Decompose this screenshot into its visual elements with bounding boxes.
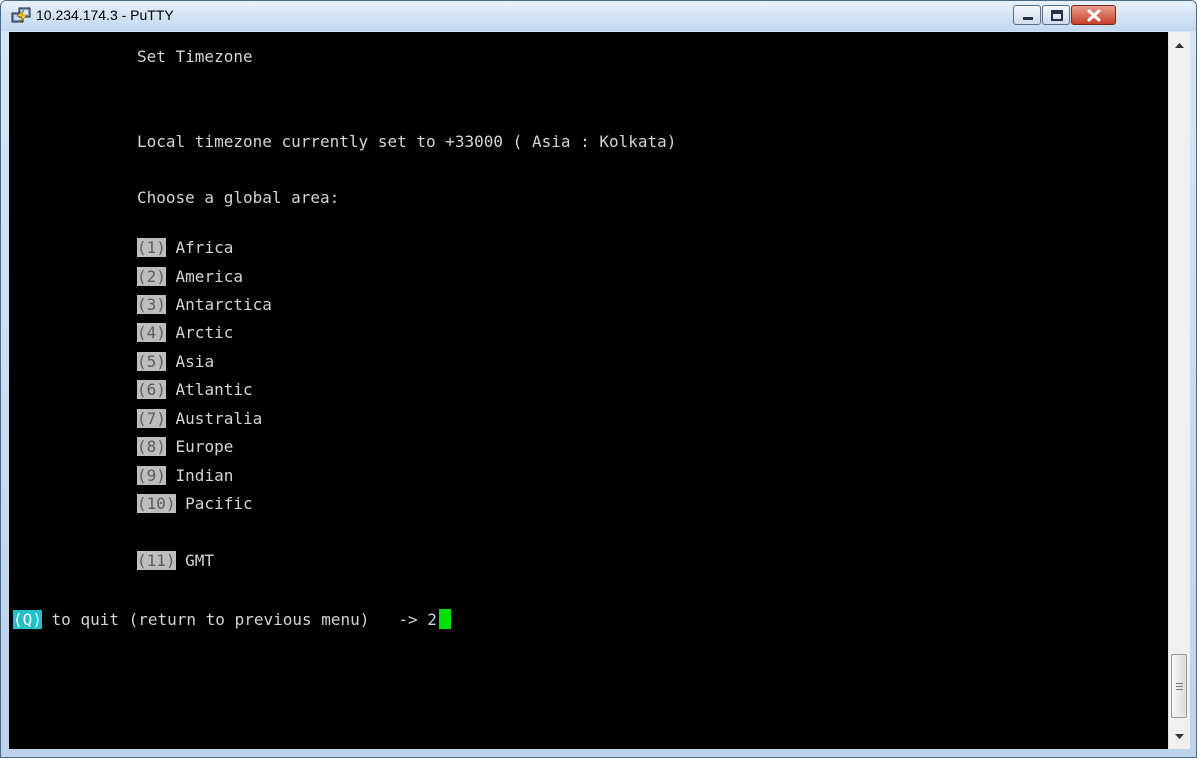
- menu-key: (6): [137, 380, 166, 399]
- menu-key: (11): [137, 551, 176, 570]
- maximize-icon: [1051, 10, 1063, 21]
- timezone-status: Local timezone currently set to +33000 (…: [137, 132, 677, 151]
- terminal-screen[interactable]: Set Timezone Local timezone currently se…: [9, 32, 1168, 749]
- minimize-icon: [1023, 17, 1033, 20]
- menu-label: Asia: [165, 352, 215, 371]
- menu-item-indian[interactable]: (9) Indian: [137, 465, 233, 487]
- menu-key: (7): [137, 409, 166, 428]
- menu-item-gmt[interactable]: (11) GMT: [137, 550, 214, 572]
- menu-item-america[interactable]: (2) America: [137, 266, 243, 288]
- window-title: 10.234.174.3 - PuTTY: [36, 7, 174, 23]
- title-bar[interactable]: 10.234.174.3 - PuTTY: [1, 1, 1196, 31]
- menu-item-arctic[interactable]: (4) Arctic: [137, 322, 233, 344]
- putty-window: 10.234.174.3 - PuTTY Set Timezone Local …: [0, 0, 1197, 758]
- menu-label: Australia: [165, 409, 263, 428]
- menu-label: Arctic: [165, 323, 234, 342]
- menu-key: (4): [137, 323, 166, 342]
- scroll-down-arrow-icon[interactable]: [1169, 726, 1190, 746]
- menu-label: Atlantic: [165, 380, 253, 399]
- menu-key: (8): [137, 437, 166, 456]
- menu-label: Pacific: [175, 494, 253, 513]
- menu-label: Africa: [165, 238, 234, 257]
- menu-key: (9): [137, 466, 166, 485]
- menu-item-pacific[interactable]: (10) Pacific: [137, 493, 253, 515]
- quit-prompt-line[interactable]: (Q) to quit (return to previous menu) ->…: [13, 609, 451, 631]
- input-value: 2: [427, 610, 437, 629]
- menu-label: Indian: [165, 466, 234, 485]
- menu-item-asia[interactable]: (5) Asia: [137, 351, 214, 373]
- grip-icon: [1176, 683, 1183, 692]
- text-cursor: [438, 609, 451, 629]
- quit-text: to quit (return to previous menu) ->: [41, 610, 428, 629]
- menu-label: Europe: [165, 437, 234, 456]
- close-button[interactable]: [1071, 5, 1116, 25]
- menu-label: GMT: [175, 551, 215, 570]
- menu-item-europe[interactable]: (8) Europe: [137, 436, 233, 458]
- area-prompt: Choose a global area:: [137, 188, 340, 207]
- menu-key: (5): [137, 352, 166, 371]
- putty-icon[interactable]: [11, 7, 31, 25]
- vertical-scrollbar[interactable]: [1168, 32, 1190, 749]
- menu-item-atlantic[interactable]: (6) Atlantic: [137, 379, 253, 401]
- menu-key: (1): [137, 238, 166, 257]
- screen-heading: Set Timezone: [137, 47, 253, 66]
- maximize-button[interactable]: [1042, 5, 1070, 25]
- menu-item-antarctica[interactable]: (3) Antarctica: [137, 294, 272, 316]
- scrollbar-thumb[interactable]: [1171, 654, 1187, 718]
- menu-label: America: [165, 267, 243, 286]
- scroll-up-arrow-icon[interactable]: [1169, 36, 1190, 56]
- menu-item-australia[interactable]: (7) Australia: [137, 408, 262, 430]
- menu-key: (3): [137, 295, 166, 314]
- menu-key: (2): [137, 267, 166, 286]
- menu-key: (10): [137, 494, 176, 513]
- minimize-button[interactable]: [1013, 5, 1041, 25]
- menu-item-africa[interactable]: (1) Africa: [137, 237, 233, 259]
- quit-key: (Q): [13, 610, 42, 629]
- close-icon: [1087, 9, 1101, 22]
- menu-label: Antarctica: [165, 295, 272, 314]
